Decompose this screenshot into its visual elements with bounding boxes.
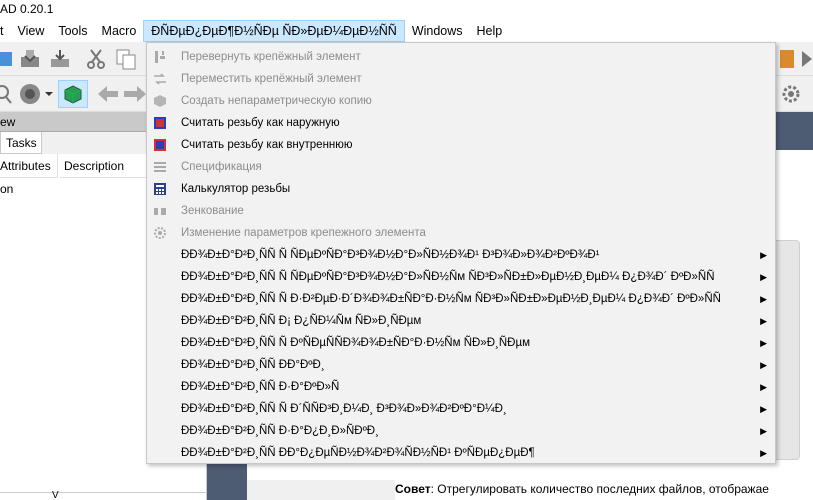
tab-tasks[interactable]: Tasks xyxy=(0,132,42,154)
chevron-right-icon: ▶ xyxy=(760,250,767,260)
export-icon[interactable] xyxy=(48,47,72,71)
column-attributes[interactable]: Attributes xyxy=(0,154,58,178)
tree-row[interactable]: on xyxy=(0,180,13,198)
submenu-washers[interactable]: ÐÐ¾Ð±Ð°Ð²Ð¸ÑÑ Ð·Ð°ÐºÐ»Ñ ▶ xyxy=(147,376,775,398)
thread-outer-icon xyxy=(154,117,166,129)
tip-bar: Совет: Отрегулировать количество последн… xyxy=(395,478,813,500)
settings-gear-icon[interactable] xyxy=(780,83,802,105)
menu-tools[interactable]: Tools xyxy=(51,20,94,42)
menu-item-thread-outer[interactable]: Считать резьбу как наружную xyxy=(147,112,775,134)
toolbar-right-icon[interactable] xyxy=(780,48,794,70)
menu-item-move[interactable]: Переместить крепёжный элемент xyxy=(147,68,775,90)
move-icon xyxy=(154,73,166,85)
menu-bar: t View Tools Macro ÐÑÐµÐ¿ÐµÐ¶Ð½ÑÐµ ÑÐ»Ðµ… xyxy=(0,20,813,42)
menu-item-change-params[interactable]: Изменение параметров крепежного элемента xyxy=(147,222,775,244)
menu-item-flip[interactable]: Перевернуть крепёжный элемент xyxy=(147,46,775,68)
zoom-icon[interactable] xyxy=(0,83,12,105)
menu-help[interactable]: Help xyxy=(470,20,510,42)
calculator-icon xyxy=(154,183,166,195)
submenu-hex-head[interactable]: ÐÐ¾Ð±Ð°Ð²Ð¸ÑÑ Ñ ÑÐµÐºÑÐ°Ð³Ð¾Ð½Ð°Ð»ÑÐ½Ð¾Ð… xyxy=(147,244,775,266)
cut-icon[interactable] xyxy=(84,47,108,71)
submenu-nuts[interactable]: ÐÐ¾Ð±Ð°Ð²Ð¸ÑÑ ÐÐ°ÐºÐ¸ ▶ xyxy=(147,354,775,376)
gear-icon xyxy=(154,227,166,239)
submenu-slotted[interactable]: ÐÐ¾Ð±Ð°Ð²Ð¸ÑÑ Ð¡ Ð¿ÑÐ¼Ñм ÑÐ»Ð¸ÑÐµм ▶ xyxy=(147,310,775,332)
menu-item-countersink[interactable]: Зенкование xyxy=(147,200,775,222)
menu-view[interactable]: View xyxy=(10,20,51,42)
chevron-right-icon: ▶ xyxy=(760,316,767,326)
menu-macro[interactable]: Macro xyxy=(95,20,144,42)
copy-toolbar-icon[interactable] xyxy=(114,47,138,71)
menu-item-calculator[interactable]: Калькулятор резьбы xyxy=(147,178,775,200)
tip-label: Совет xyxy=(395,482,431,496)
submenu-star-socket[interactable]: ÐÐ¾Ð±Ð°Ð²Ð¸ÑÑ Ñ Ð·Ð²ÐµÐ·Ð´Ð¾Ð¾Ð±ÑÐ°Ð·Ð½Ñ… xyxy=(147,288,775,310)
draw-style-icon[interactable] xyxy=(18,82,44,106)
chevron-right-icon: ▶ xyxy=(760,426,767,436)
menu-windows[interactable]: Windows xyxy=(405,20,470,42)
back-arrow-icon[interactable] xyxy=(96,84,120,104)
submenu-other-heads[interactable]: ÐÐ¾Ð±Ð°Ð²Ð¸ÑÑ Ñ Ð´ÑÑÐ³Ð¸Ð¼Ð¸ Ð³Ð¾Ð»Ð¾Ð²Ð… xyxy=(147,398,775,420)
menu-item-specification[interactable]: Спецификация xyxy=(147,156,775,178)
submenu-press-fit[interactable]: ÐÐ¾Ð±Ð°Ð²Ð¸ÑÑ ÐÐ°Ð¿ÐµÑÐ½Ð¾Ð²Ð¾ÑÐ½ÑÐ¹ ÐºÑ… xyxy=(147,442,775,464)
window-title: AD 0.20.1 xyxy=(0,0,813,20)
submenu-inserts[interactable]: ÐÐ¾Ð±Ð°Ð²Ð¸ÑÑ Ð·Ð°Ð¿Ð¸Ð»ÑÐºÐ¸ ▶ xyxy=(147,420,775,442)
submenu-hex-socket[interactable]: ÐÐ¾Ð±Ð°Ð²Ð¸ÑÑ Ñ ÑÐµÐºÑÐ°Ð³Ð¾Ð½Ð°Ð»ÑÐ½Ñм … xyxy=(147,266,775,288)
chevron-right-icon: ▶ xyxy=(760,294,767,304)
open-file-icon[interactable] xyxy=(0,48,12,70)
chevron-down-icon[interactable] xyxy=(45,90,53,98)
chevron-right-icon: ▶ xyxy=(760,360,767,370)
menu-item-copy[interactable]: Создать непараметрическую копию xyxy=(147,90,775,112)
list-icon xyxy=(154,162,166,172)
submenu-cross-slotted[interactable]: ÐÐ¾Ð±Ð°Ð²Ð¸ÑÑ Ñ ÐºÑÐµÑÑÐ¾Ð¾Ð±ÑÐ°Ð·Ð½Ñм Ñ… xyxy=(147,332,775,354)
save-icon[interactable] xyxy=(18,47,42,71)
box-icon xyxy=(64,85,82,104)
countersink-icon xyxy=(154,208,166,215)
menu-file[interactable]: t xyxy=(0,20,10,42)
menu-item-thread-inner[interactable]: Считать резьбу как внутреннюю xyxy=(147,134,775,156)
fasteners-menu: Перевернуть крепёжный элемент Переместит… xyxy=(146,42,776,464)
chevron-right-icon: ▶ xyxy=(760,272,767,282)
chevron-right-icon: ▶ xyxy=(760,404,767,414)
flip-icon xyxy=(155,51,165,63)
bottom-col-label: V xyxy=(52,490,59,500)
menu-fasteners[interactable]: ÐÑÐµÐ¿ÐµÐ¶Ð½ÑÐµ ÑÐ»ÐµÐ¼ÐµÐ½ÑÑ xyxy=(143,20,405,42)
chevron-right-icon: ▶ xyxy=(760,448,767,458)
bottom-table-header: V xyxy=(0,490,207,500)
tip-text: : Отрегулировать количество последних фа… xyxy=(430,482,769,496)
forward-arrow-icon[interactable] xyxy=(124,84,146,104)
copy-icon xyxy=(154,95,166,107)
chevron-right-icon: ▶ xyxy=(760,382,767,392)
thread-inner-icon xyxy=(154,139,166,151)
play-icon[interactable] xyxy=(800,48,813,70)
chevron-right-icon: ▶ xyxy=(760,338,767,348)
